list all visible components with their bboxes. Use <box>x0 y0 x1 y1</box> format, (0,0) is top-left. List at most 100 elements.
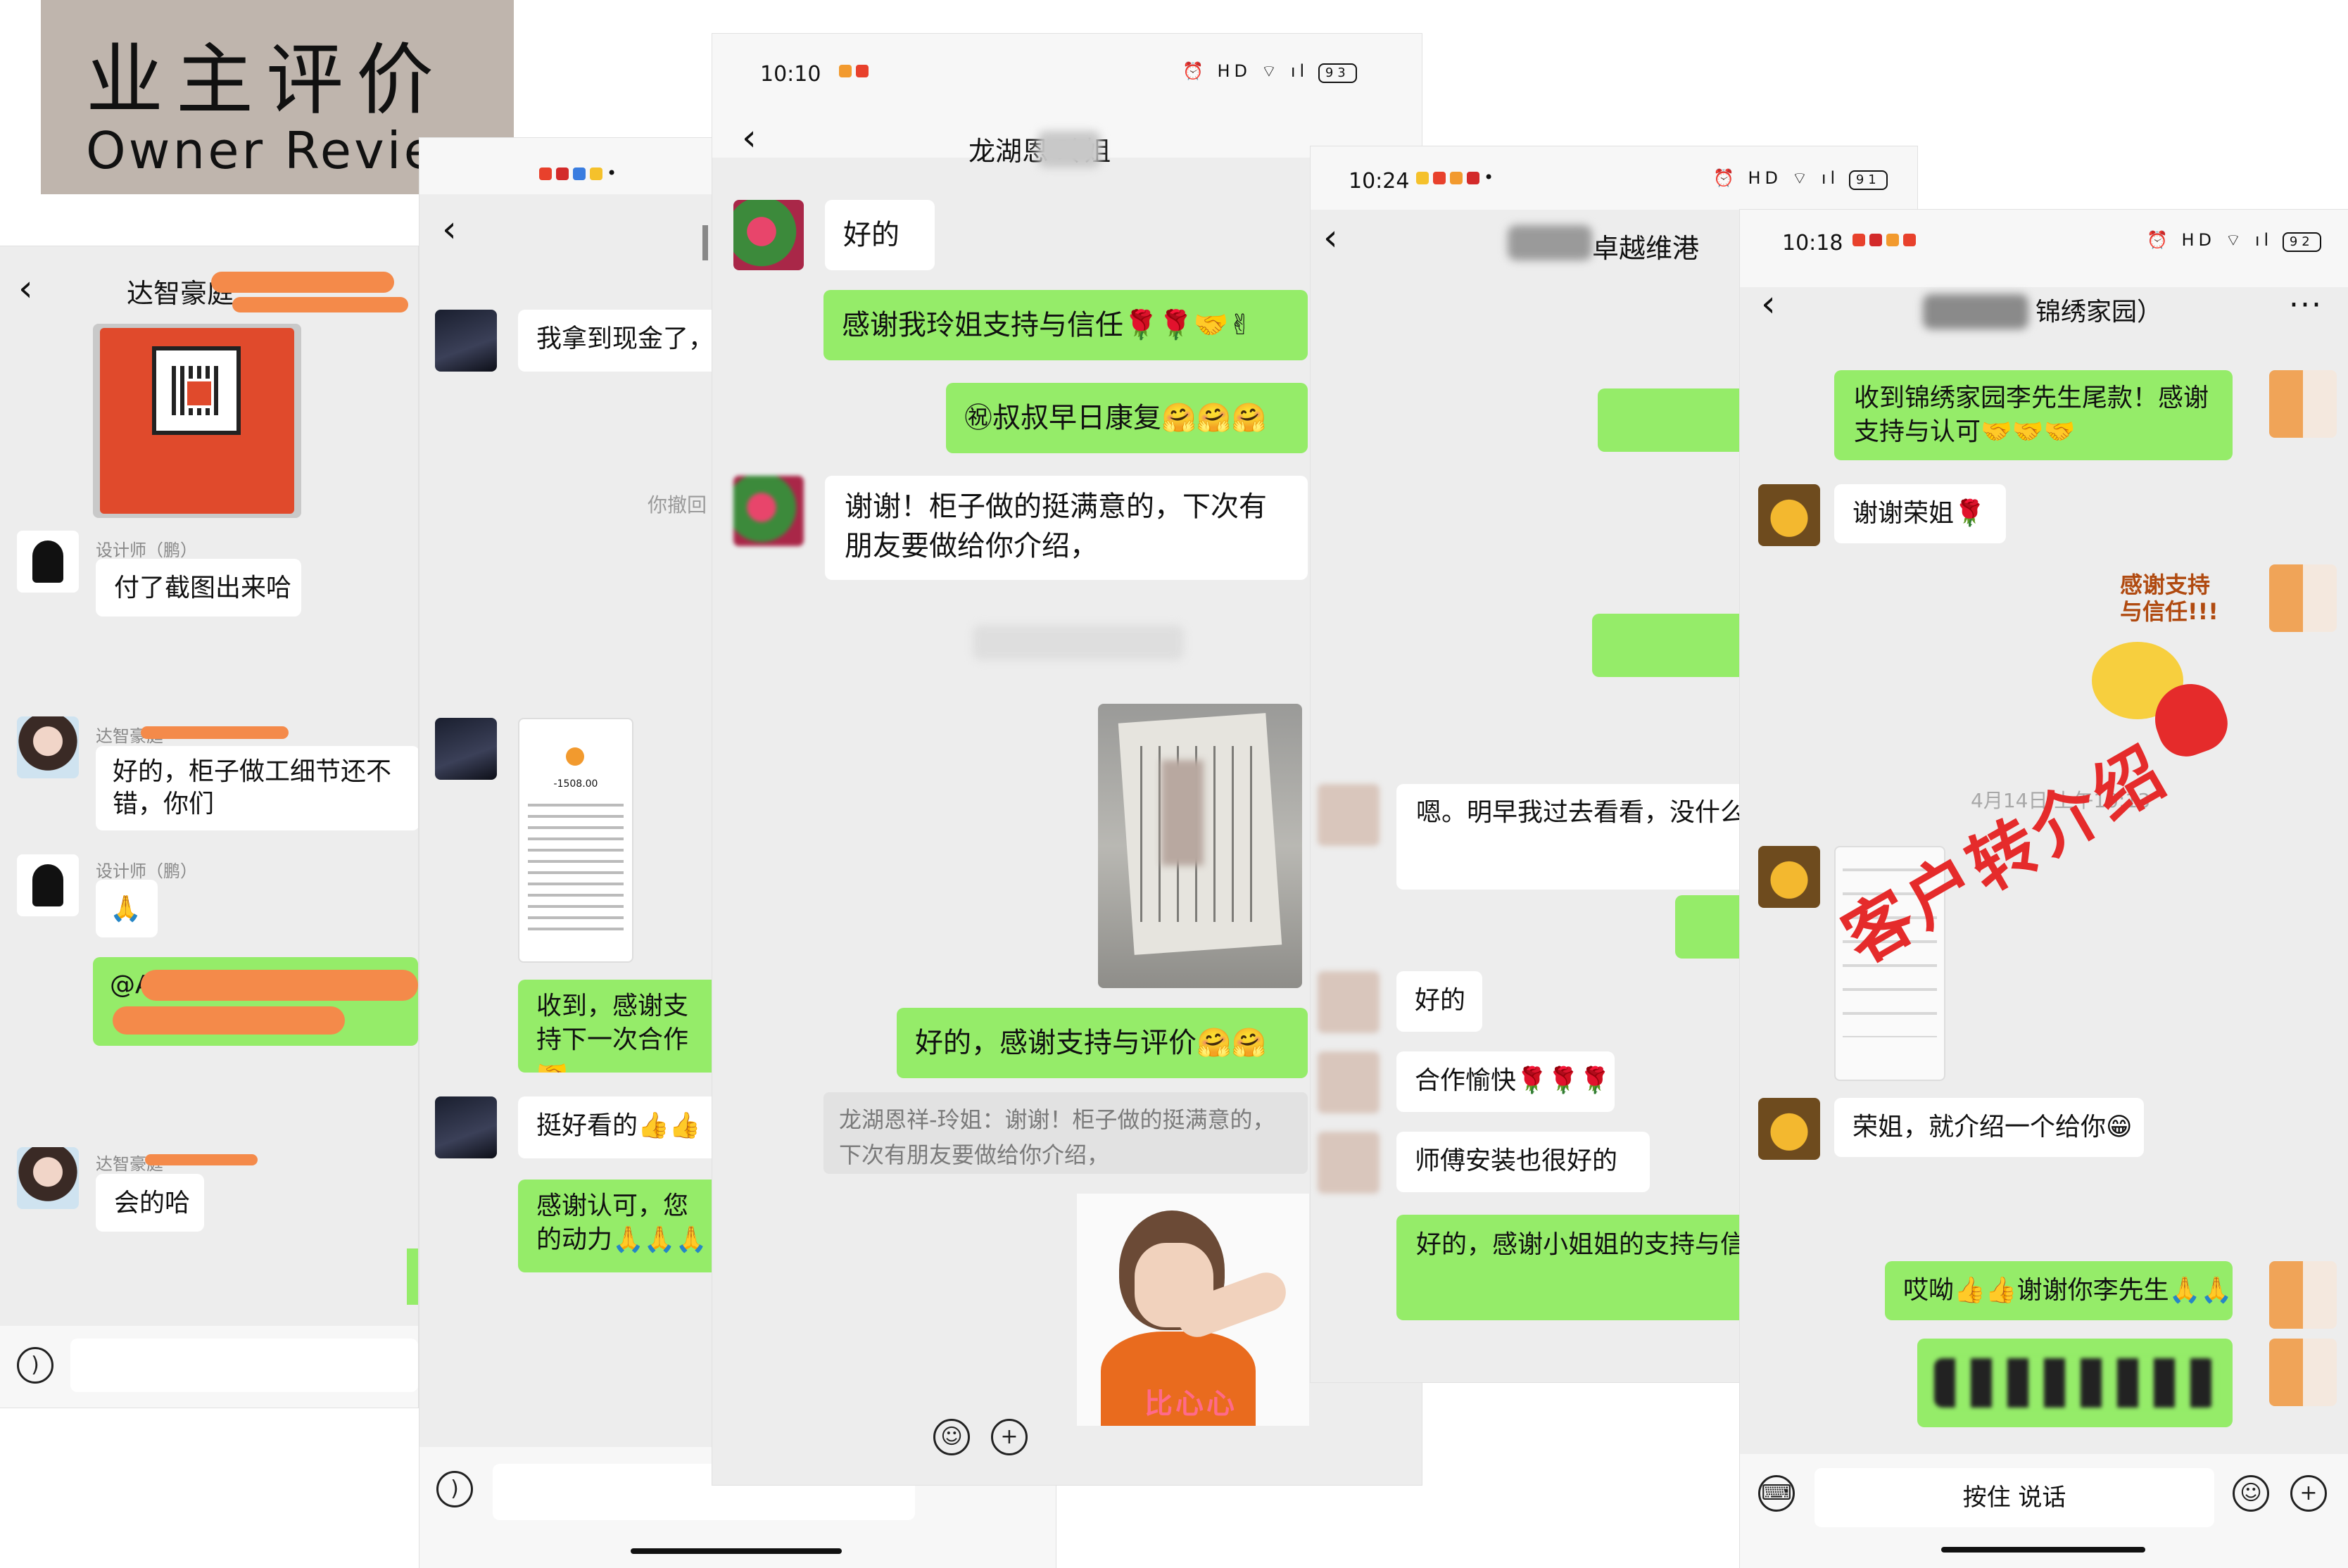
message-bubble[interactable]: 我拿到现金了， <box>518 310 736 372</box>
contact-avatar[interactable] <box>435 1096 497 1158</box>
chat-title: 卓越维港 <box>1592 233 1700 264</box>
message-bubble[interactable]: 荣姐，就介绍一个给你😁 <box>1834 1098 2144 1157</box>
app-notification-icons: • <box>1416 167 1498 187</box>
redaction-blur <box>973 625 1184 660</box>
contact-avatar[interactable] <box>733 200 804 270</box>
contact-avatar[interactable] <box>1758 846 1820 908</box>
receipt-photo[interactable] <box>1098 704 1302 988</box>
message-input[interactable] <box>70 1339 418 1392</box>
plus-icon[interactable]: + <box>2290 1475 2327 1512</box>
plus-icon[interactable]: + <box>991 1419 1028 1455</box>
title-cn: 业主评价 <box>86 35 446 125</box>
message-bubble[interactable]: 收到锦绣家园李先生尾款！感谢支持与认可🤝🤝🤝 <box>1834 370 2233 460</box>
back-icon[interactable]: ‹ <box>18 267 33 310</box>
sender-name: 设计师（鹏） <box>96 540 197 560</box>
input-bar: ) <box>0 1326 418 1408</box>
redaction-blur <box>1923 294 2028 329</box>
contact-avatar[interactable] <box>1318 1132 1380 1194</box>
redaction-scribble <box>145 1154 258 1165</box>
cropped-title <box>702 225 708 260</box>
system-recall-notice: 你撤回 <box>648 493 707 517</box>
designer-avatar[interactable] <box>17 854 79 916</box>
emoji-icon[interactable]: ☺ <box>933 1419 970 1455</box>
voice-icon[interactable]: ) <box>436 1471 473 1507</box>
press-to-talk-button[interactable]: 按住 说话 <box>1814 1468 2214 1527</box>
message-bubble[interactable]: 好的，柜子做工细节还不错，你们 <box>96 746 418 830</box>
owner-avatar[interactable] <box>17 1147 79 1209</box>
back-icon[interactable]: ‹ <box>1323 217 1338 259</box>
status-time: 10:24 <box>1349 169 1410 194</box>
system-status-icons: ⏰ HD ⌔ ıl 93 <box>1182 61 1357 83</box>
chat-title: 锦绣家园） <box>2035 298 2163 327</box>
redaction-scribble <box>232 297 408 312</box>
system-status-icons: ⏰ HD ⌔ ıl 91 <box>1713 167 1888 190</box>
my-avatar[interactable] <box>2269 370 2337 438</box>
message-bubble[interactable]: ㊗叔叔早日康复🤗🤗🤗 <box>946 383 1308 453</box>
redaction-scribble <box>113 1006 345 1035</box>
payment-receipt-image[interactable]: -1508.00 <box>518 718 633 963</box>
emoji-icon[interactable]: ☺ <box>2233 1475 2269 1512</box>
message-bubble[interactable]: 好的 <box>1396 971 1482 1032</box>
my-avatar[interactable] <box>2269 564 2337 632</box>
redaction-blur <box>1037 131 1101 167</box>
message-bubble[interactable]: 哎呦👍👍谢谢你李先生🙏🙏 <box>1885 1261 2233 1320</box>
message-bubble[interactable]: 会的哈 <box>96 1174 204 1232</box>
app-notification-icons <box>1852 229 1920 249</box>
contact-avatar[interactable] <box>733 476 804 546</box>
contact-avatar[interactable] <box>1318 1051 1380 1113</box>
quoted-message[interactable]: 龙湖恩祥-玲姐：谢谢！柜子做的挺满意的，下次有朋友要做给你介绍， <box>823 1092 1308 1174</box>
contact-avatar[interactable] <box>1758 484 1820 546</box>
back-icon[interactable]: ‹ <box>442 208 457 251</box>
receipt-amount: -1508.00 <box>553 778 598 790</box>
message-bubble[interactable]: 谢谢荣姐🌹 <box>1834 484 2006 543</box>
message-bubble[interactable]: 好的，感谢支持与评价🤗🤗 <box>897 1008 1308 1078</box>
payment-qr-image[interactable] <box>93 324 301 518</box>
press-to-talk-label: 按住 说话 <box>1962 1484 2066 1512</box>
redaction-scribble <box>211 272 394 293</box>
home-indicator <box>1941 1547 2145 1553</box>
message-bubble[interactable]: 感谢我玲姐支持与信任🌹🌹🤝✌ <box>823 290 1308 360</box>
system-status-icons: ⏰ HD ⌔ ıl 92 <box>2147 229 2321 252</box>
designer-avatar[interactable] <box>17 531 79 593</box>
back-icon[interactable]: ‹ <box>1761 283 1776 325</box>
more-options-icon[interactable]: ··· <box>2289 287 2323 323</box>
contact-avatar[interactable] <box>435 718 497 780</box>
status-time: 10:10 <box>760 62 821 87</box>
cropped-bubble <box>407 1248 418 1305</box>
sticker-text: 感谢支持与信任!!! <box>2120 571 2218 625</box>
message-bubble[interactable]: 挺好看的👍👍 <box>518 1096 729 1158</box>
back-icon[interactable]: ‹ <box>742 117 757 159</box>
battery-indicator: 92 <box>2282 232 2321 252</box>
message-bubble[interactable]: 师傅安装也很好的 <box>1396 1132 1650 1192</box>
battery-indicator: 91 <box>1848 170 1888 190</box>
contact-avatar[interactable] <box>1318 784 1380 846</box>
my-avatar[interactable] <box>2269 1339 2337 1406</box>
sender-name: 设计师（鹏） <box>96 861 197 881</box>
chat-panel-1: ‹ 达智豪庭 设计师（鹏） 付了截图出来哈 达智豪庭 好的，柜子做工细节还不错，… <box>0 246 418 1408</box>
message-bubble[interactable]: 🙏 <box>96 880 158 937</box>
status-time: 10:18 <box>1782 231 1843 255</box>
message-bubble[interactable]: 付了截图出来哈 <box>96 559 301 617</box>
contact-avatar[interactable] <box>435 310 497 372</box>
my-avatar[interactable] <box>2269 1261 2337 1329</box>
contact-avatar[interactable] <box>1318 971 1380 1033</box>
message-bubble[interactable]: 感谢认可，您的动力🙏🙏🙏 <box>518 1180 729 1272</box>
keyboard-icon[interactable]: ⌨ <box>1758 1475 1795 1512</box>
message-bubble[interactable]: 合作愉快🌹🌹🌹 <box>1396 1051 1615 1112</box>
sticker-caption: 比心心 <box>1144 1388 1237 1420</box>
owner-avatar[interactable] <box>17 716 79 778</box>
status-bar: 10:24 • ⏰ HD ⌔ ıl 91 <box>1311 146 1917 210</box>
chat-panel-5: 10:18 ⏰ HD ⌔ ıl 92 ‹ 锦绣家园） ··· 收到锦绣家园李先生… <box>1740 210 2348 1568</box>
message-bubble[interactable]: 谢谢！柜子做的挺满意的，下次有朋友要做给你介绍， <box>825 476 1308 580</box>
heart-gesture-sticker[interactable]: 比心心 <box>1077 1194 1309 1426</box>
voice-icon[interactable]: ) <box>17 1347 53 1384</box>
redaction-scribble <box>141 726 289 739</box>
redaction-blur <box>1508 225 1592 260</box>
app-notification-icons: • <box>539 163 621 183</box>
message-bubble[interactable]: 收到，感谢支持下一次合作🤝 <box>518 980 729 1073</box>
blurred-message-bubble[interactable] <box>1917 1339 2233 1427</box>
status-bar: 10:18 ⏰ HD ⌔ ıl 92 <box>1740 210 2348 287</box>
message-bubble[interactable]: 好的 <box>825 200 935 270</box>
contact-avatar[interactable] <box>1758 1098 1820 1160</box>
home-indicator <box>631 1548 842 1554</box>
